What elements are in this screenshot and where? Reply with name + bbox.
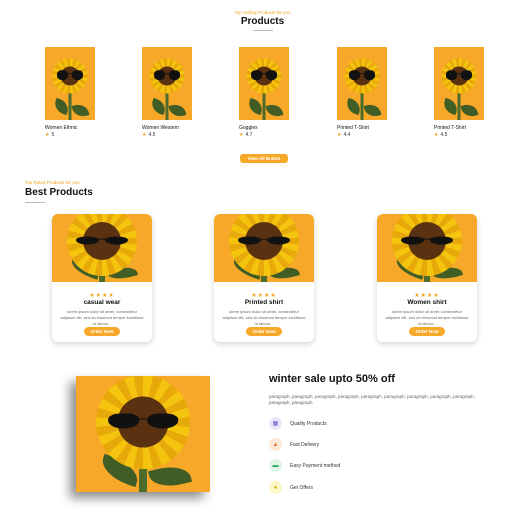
- star-icon: ★: [45, 132, 50, 138]
- product-rating: ★ 4.5: [434, 132, 448, 138]
- feature-label: Get Offers: [290, 484, 313, 491]
- tag-icon: ●: [269, 481, 282, 494]
- product-image: [239, 47, 289, 120]
- feature-easy-payment: ▬ Easy Payment method: [269, 459, 340, 472]
- feature-label: Fast Delivery: [290, 441, 320, 448]
- product-name: Goggles: [239, 125, 258, 131]
- star-icon: ★: [142, 132, 147, 138]
- product-item-4[interactable]: Printed T-Shirt ★ 4.4: [337, 47, 387, 138]
- product-item-3[interactable]: Goggles ★ 4.7: [239, 47, 289, 138]
- feature-fast-delivery: ▲ Fast Delivery: [269, 438, 319, 451]
- top-selling-tag: Top Selling Products for you: [234, 10, 291, 15]
- product-name: Women Ethnic: [45, 125, 78, 131]
- sale-title: winter sale upto 50% off: [269, 373, 395, 385]
- card-description: lorem ipsum dolor sit amet, consectetur …: [60, 309, 144, 326]
- product-card-3[interactable]: ★★★★ Women shirt lorem ipsum dolor sit a…: [377, 214, 477, 342]
- card-title: Women shirt: [407, 299, 447, 306]
- truck-icon: ▲: [269, 438, 282, 451]
- card-image: [52, 214, 152, 282]
- product-rating: ★ 4.7: [239, 132, 253, 138]
- product-image: [337, 47, 387, 120]
- best-products-underline: [25, 202, 45, 203]
- star-icon: ★: [337, 132, 342, 138]
- product-name: Printed T-Shirt: [337, 125, 369, 131]
- sale-banner-image: [76, 376, 210, 492]
- card-image: [377, 214, 477, 282]
- sale-paragraph: paragraph, paragraph, paragraph, paragra…: [269, 394, 475, 405]
- product-name: Printed T-Shirt: [434, 125, 466, 131]
- feature-label: Quality Products: [290, 420, 327, 427]
- product-card-2[interactable]: ★★★★ Printed shirt lorem ipsum dolor sit…: [214, 214, 314, 342]
- card-description: lorem ipsum dolor sit amet, consectetur …: [385, 309, 469, 326]
- products-title-underline: [253, 30, 273, 31]
- order-now-button[interactable]: Order Now: [84, 327, 120, 336]
- box-icon: ▦: [269, 417, 282, 430]
- star-icon: ★: [434, 132, 439, 138]
- product-rating: ★ 4.5: [142, 132, 156, 138]
- view-all-button[interactable]: View All Button: [240, 154, 288, 163]
- best-products-tag: Top Rated Products for you: [25, 180, 80, 185]
- product-item-1[interactable]: Women Ethnic ★ 5: [45, 47, 95, 138]
- feature-get-offers: ● Get Offers: [269, 481, 313, 494]
- product-image: [142, 47, 192, 120]
- card-description: lorem ipsum dolor sit amet, consectetur …: [222, 309, 306, 326]
- star-rating: ★★★★: [251, 293, 277, 299]
- product-name: Women Western: [142, 125, 180, 131]
- card-title: Printed shirt: [244, 299, 284, 306]
- product-image: [45, 47, 95, 120]
- products-title: Products: [240, 16, 285, 27]
- star-rating: ★★★★: [414, 293, 440, 299]
- card-image: [214, 214, 314, 282]
- star-rating: ★★★★: [89, 293, 115, 299]
- feature-label: Easy Payment method: [290, 462, 341, 469]
- best-products-title: Best Products: [25, 187, 93, 198]
- product-rating: ★ 5: [45, 132, 55, 138]
- product-image: [434, 47, 484, 120]
- order-now-button[interactable]: Order Now: [409, 327, 445, 336]
- star-icon: ★: [239, 132, 244, 138]
- product-item-2[interactable]: Women Western ★ 4.5: [142, 47, 192, 138]
- product-rating: ★ 4.4: [337, 132, 351, 138]
- card-icon: ▬: [269, 459, 282, 472]
- card-title: casual wear: [83, 299, 121, 306]
- feature-quality-products: ▦ Quality Products: [269, 417, 327, 430]
- order-now-button[interactable]: Order Now: [246, 327, 282, 336]
- product-card-1[interactable]: ★★★★ casual wear lorem ipsum dolor sit a…: [52, 214, 152, 342]
- product-item-5[interactable]: Printed T-Shirt ★ 4.5: [434, 47, 484, 138]
